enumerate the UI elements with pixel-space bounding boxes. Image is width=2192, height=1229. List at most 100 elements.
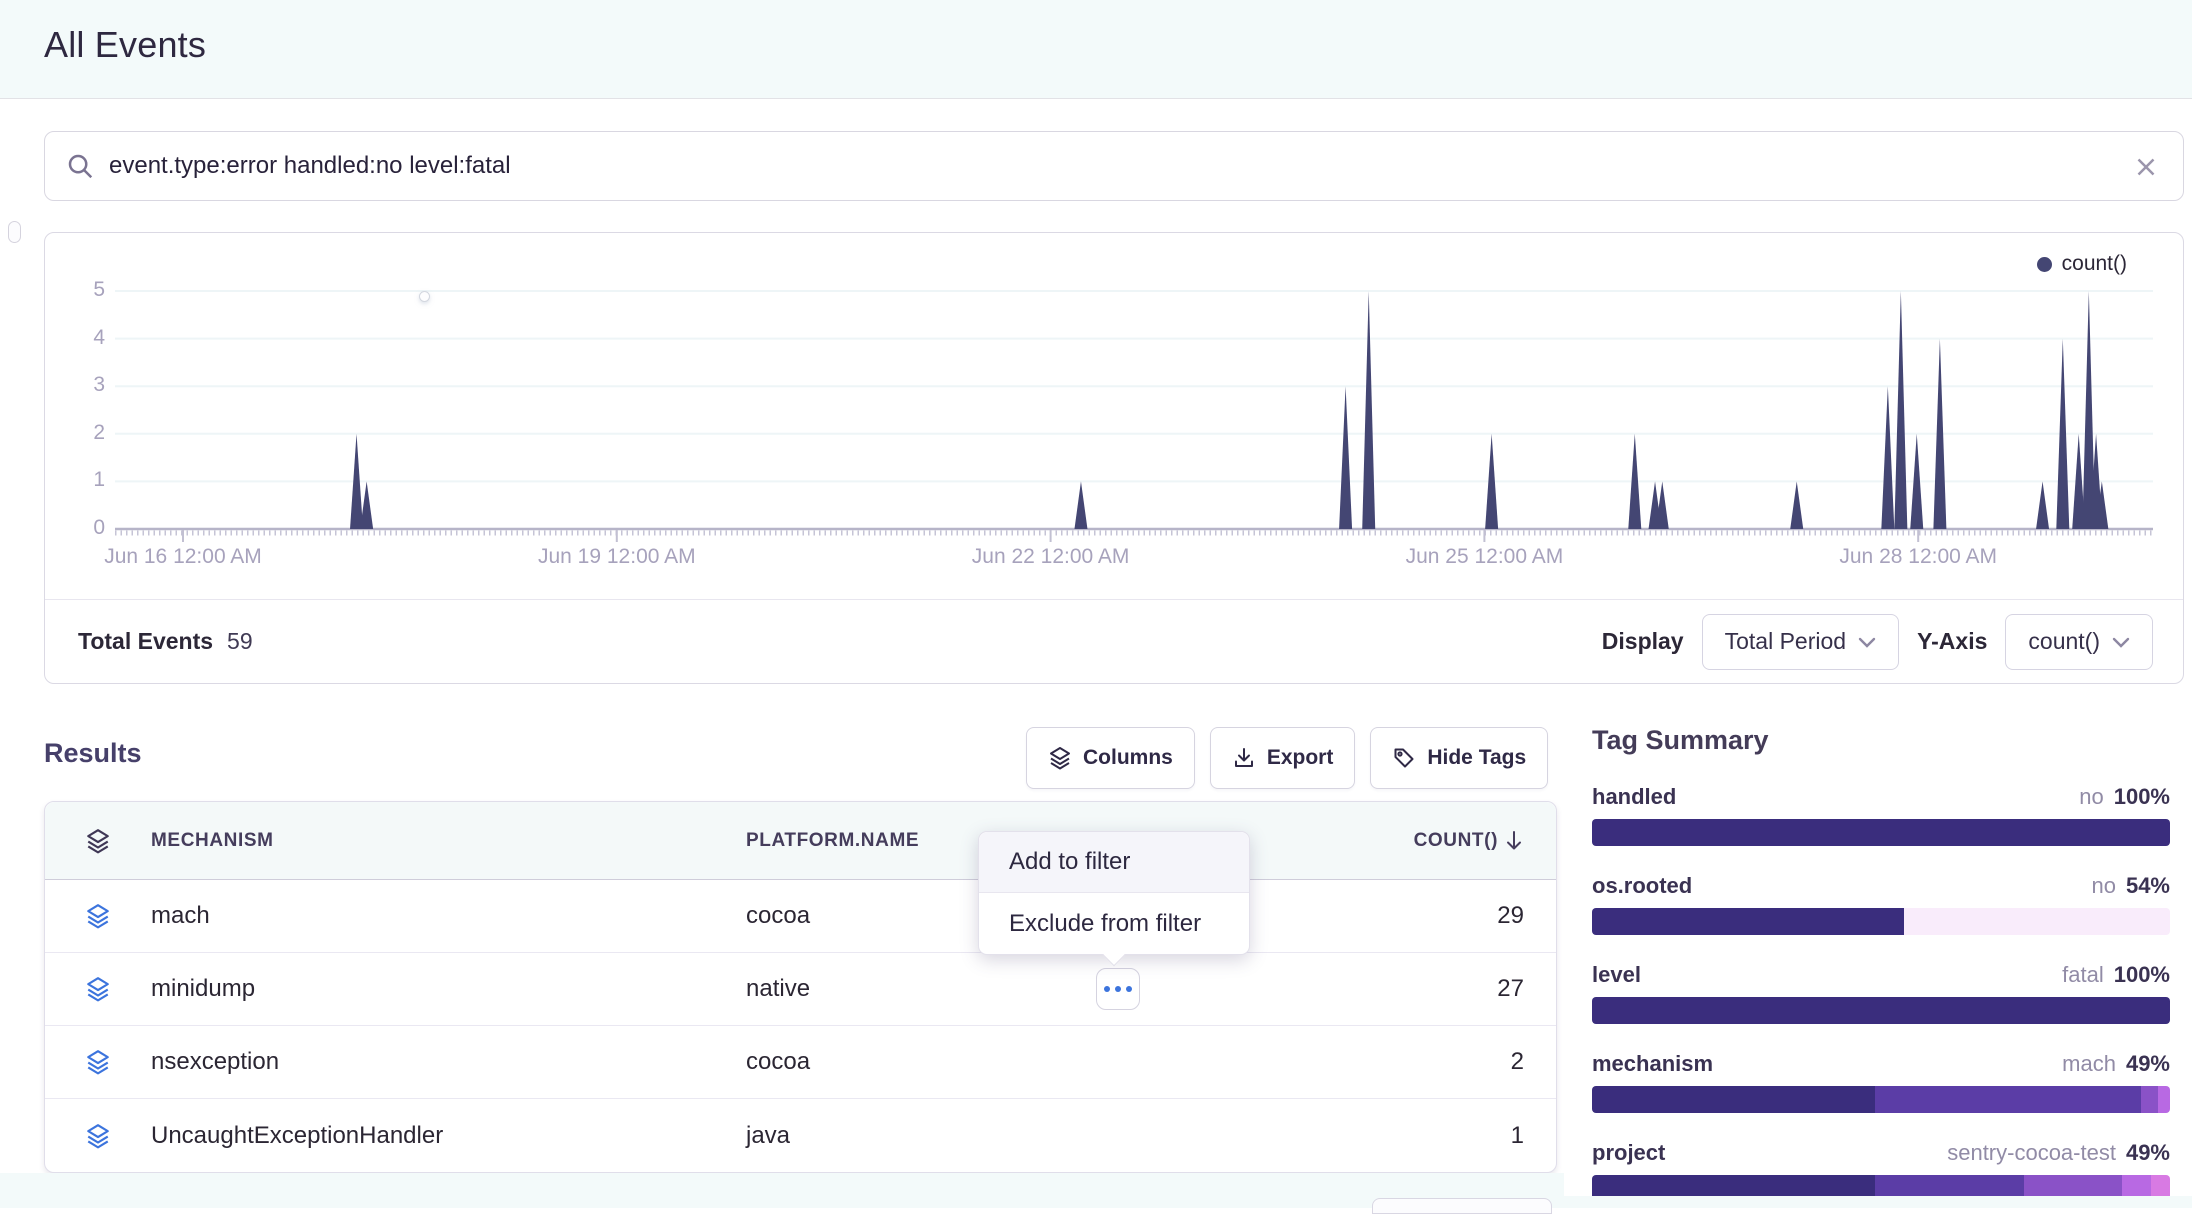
total-events-value: 59 <box>227 628 253 655</box>
sort-down-arrow-icon <box>1504 830 1524 852</box>
tag-top-value: fatal <box>2062 962 2104 988</box>
x-axis-tick-label: Jun 16 12:00 AM <box>43 545 323 569</box>
cell-mechanism[interactable]: mach <box>151 902 746 930</box>
display-label: Display <box>1602 628 1684 655</box>
table-row: minidump native 27 <box>45 953 1556 1026</box>
tag-top-percent: 49% <box>2126 1140 2170 1166</box>
stack-icon <box>85 1049 111 1075</box>
search-icon <box>65 151 95 181</box>
columns-button-label: Columns <box>1083 746 1173 770</box>
y-axis-tick-label: 0 <box>57 516 105 540</box>
export-button[interactable]: Export <box>1210 727 1356 789</box>
chevron-down-icon <box>2112 636 2130 648</box>
menu-item-add-to-filter[interactable]: Add to filter <box>979 832 1249 893</box>
results-title: Results <box>44 738 142 769</box>
cell-count[interactable]: 29 <box>1306 902 1556 930</box>
total-events-label: Total Events <box>78 628 213 655</box>
tag-top-value: mach <box>2062 1051 2116 1077</box>
panel-drag-handle[interactable] <box>8 221 21 243</box>
cell-mechanism[interactable]: UncaughtExceptionHandler <box>151 1122 746 1150</box>
events-chart-panel: count() 012345 Jun 16 12:00 AMJun 19 12:… <box>44 232 2184 684</box>
pagination-buttons[interactable] <box>1372 1198 1552 1214</box>
tag-bar-segment <box>1592 997 2170 1024</box>
cell-count[interactable]: 2 <box>1306 1048 1556 1076</box>
yaxis-dropdown-value: count() <box>2028 628 2100 655</box>
download-icon <box>1232 746 1256 770</box>
cell-count[interactable]: 27 <box>1306 975 1556 1003</box>
results-table: MECHANISM PLATFORM.NAME COUNT() mach coc… <box>44 801 1557 1173</box>
columns-button[interactable]: Columns <box>1026 727 1195 789</box>
tag-top-percent: 54% <box>2126 873 2170 899</box>
tag-top-percent: 100% <box>2114 784 2170 810</box>
x-axis-tick-label: Jun 22 12:00 AM <box>911 545 1191 569</box>
tag-bar-segment <box>1592 819 2170 846</box>
tag-top-value: no <box>2091 873 2115 899</box>
tag-entry: handled no 100% <box>1592 784 2170 846</box>
chart-footer: Total Events 59 Display Total Period Y-A… <box>45 599 2183 683</box>
y-axis-tick-label: 3 <box>57 373 105 397</box>
tag-entry: mechanism mach 49% <box>1592 1051 2170 1113</box>
chart-marker-dot <box>419 291 430 302</box>
x-axis-tick-label: Jun 25 12:00 AM <box>1344 545 1624 569</box>
tag-summary: Tag Summary handled no 100% os.rooted no… <box>1592 725 2170 1229</box>
stack-icon <box>85 903 111 929</box>
page-header: All Events <box>0 0 2192 99</box>
y-axis-tick-label: 2 <box>57 421 105 445</box>
hide-tags-button-label: Hide Tags <box>1427 746 1526 770</box>
y-axis-tick-label: 4 <box>57 326 105 350</box>
tag-distribution-bar[interactable] <box>1592 1086 2170 1113</box>
tag-icon <box>1392 746 1416 770</box>
tag-summary-title: Tag Summary <box>1592 725 2170 756</box>
ellipsis-icon <box>1104 986 1110 992</box>
export-button-label: Export <box>1267 746 1334 770</box>
tag-top-percent: 49% <box>2126 1051 2170 1077</box>
ellipsis-icon <box>1126 986 1132 992</box>
stack-icon <box>1048 746 1072 770</box>
page-background <box>0 1196 2192 1208</box>
table-row: nsexception cocoa 2 <box>45 1026 1556 1099</box>
tag-top-percent: 100% <box>2114 962 2170 988</box>
stack-icon <box>85 1123 111 1149</box>
tag-bar-segment <box>1592 908 1904 935</box>
display-dropdown[interactable]: Total Period <box>1702 614 1899 670</box>
cell-mechanism[interactable]: minidump <box>151 975 746 1003</box>
yaxis-dropdown[interactable]: count() <box>2005 614 2153 670</box>
tag-bar-segment <box>2158 1086 2170 1113</box>
cell-actions-button[interactable] <box>1096 968 1140 1010</box>
results-actions: Columns Export Hide Tags <box>1026 727 1548 789</box>
column-header-count[interactable]: COUNT() <box>1306 830 1556 852</box>
table-row: mach cocoa 29 <box>45 880 1556 953</box>
yaxis-label: Y-Axis <box>1917 628 1987 655</box>
table-row: UncaughtExceptionHandler java 1 <box>45 1099 1556 1172</box>
x-axis-tick-label: Jun 19 12:00 AM <box>477 545 757 569</box>
cell-platform[interactable]: cocoa <box>746 1048 1306 1076</box>
stack-icon <box>85 976 111 1002</box>
tag-top-value: sentry-cocoa-test <box>1947 1140 2116 1166</box>
cell-platform[interactable]: native <box>746 975 1306 1003</box>
tag-bar-remainder <box>1904 908 2170 935</box>
y-axis-tick-label: 1 <box>57 468 105 492</box>
search-bar[interactable] <box>44 131 2184 201</box>
cell-platform[interactable]: java <box>746 1122 1306 1150</box>
column-header-mechanism[interactable]: MECHANISM <box>151 830 746 852</box>
cell-count[interactable]: 1 <box>1306 1122 1556 1150</box>
tag-entry: os.rooted no 54% <box>1592 873 2170 935</box>
x-axis-tick-label: Jun 28 12:00 AM <box>1778 545 2058 569</box>
search-input[interactable] <box>109 136 2183 196</box>
cell-actions-menu: Add to filter Exclude from filter <box>978 831 1250 955</box>
cell-mechanism[interactable]: nsexception <box>151 1048 746 1076</box>
close-icon[interactable] <box>2131 152 2161 182</box>
tag-bar-segment <box>1592 1086 1875 1113</box>
stack-icon[interactable] <box>85 828 111 854</box>
results-table-header: MECHANISM PLATFORM.NAME COUNT() <box>45 802 1556 880</box>
hide-tags-button[interactable]: Hide Tags <box>1370 727 1548 789</box>
tag-name: mechanism <box>1592 1051 1713 1077</box>
tag-distribution-bar[interactable] <box>1592 997 2170 1024</box>
tag-name: project <box>1592 1140 1665 1166</box>
tag-distribution-bar[interactable] <box>1592 908 2170 935</box>
column-header-count-label: COUNT() <box>1414 830 1498 852</box>
page-title: All Events <box>44 24 206 66</box>
tag-bar-segment <box>1875 1086 2141 1113</box>
tag-distribution-bar[interactable] <box>1592 819 2170 846</box>
tag-entry: level fatal 100% <box>1592 962 2170 1024</box>
